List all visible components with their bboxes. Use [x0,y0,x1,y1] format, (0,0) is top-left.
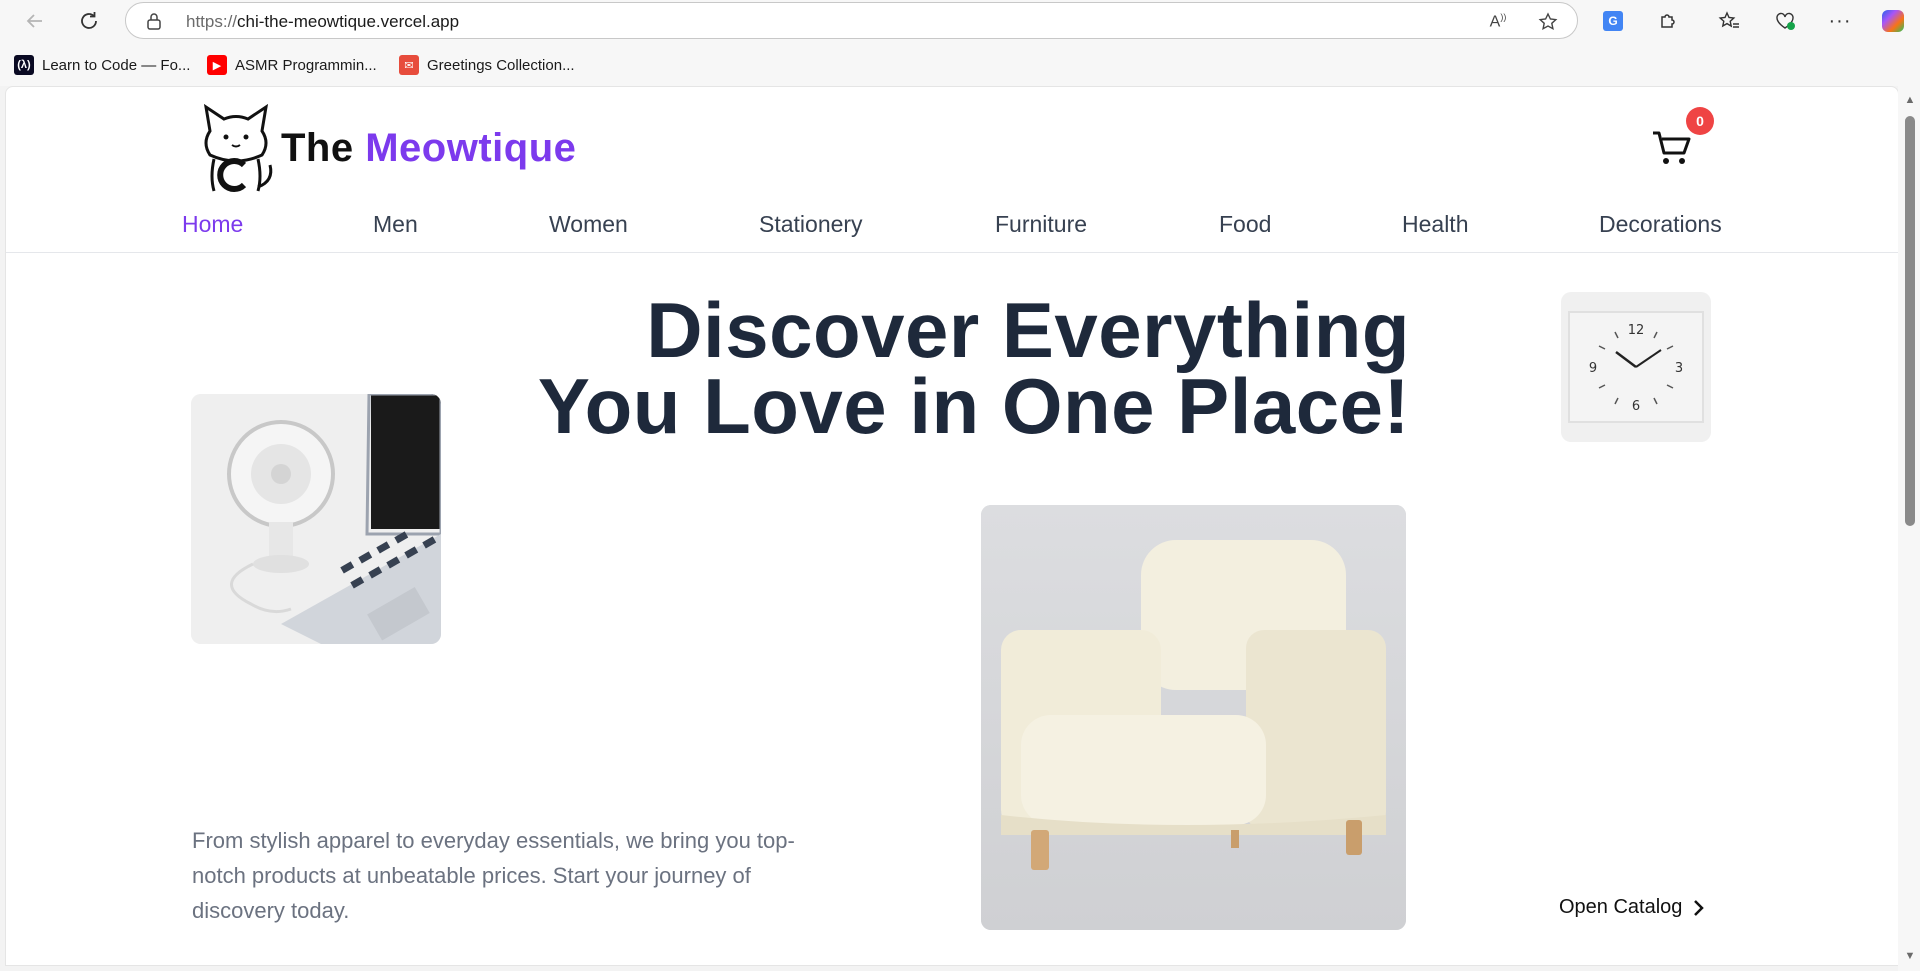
clock-illustration: 12 3 6 9 [1568,311,1704,423]
chevron-right-icon [1694,899,1705,916]
translate-icon: G [1603,11,1623,31]
favorite-button[interactable] [1536,10,1560,34]
read-aloud-icon: A)) [1489,12,1507,31]
more-icon: ··· [1828,9,1852,32]
nav-health[interactable]: Health [1402,211,1468,238]
scrollbar-thumb[interactable] [1905,116,1915,526]
copilot-button[interactable] [1878,6,1908,36]
scroll-up-arrow-icon[interactable]: ▲ [1904,94,1916,106]
address-bar[interactable]: https://chi-the-meowtique.vercel.app A)) [125,2,1578,39]
svg-text:6: 6 [1632,399,1640,414]
favorites-star-icon [1718,11,1739,28]
scroll-down-arrow-icon[interactable]: ▼ [1904,950,1916,962]
nav-decorations[interactable]: Decorations [1599,211,1722,238]
nav-food[interactable]: Food [1219,211,1271,238]
svg-text:12: 12 [1628,323,1645,338]
back-button[interactable] [20,6,50,36]
bookmark-label: ASMR Programmin... [235,56,377,74]
cart-count-badge: 0 [1686,107,1714,135]
svg-text:3: 3 [1675,361,1683,376]
browser-toolbar: https://chi-the-meowtique.vercel.app A))… [0,0,1920,42]
brand-part-the: The [281,126,366,170]
open-catalog-link[interactable]: Open Catalog [1559,896,1706,919]
heart-pulse-icon [1776,12,1795,30]
wall-clock-product-image[interactable]: 12 3 6 9 [1561,292,1711,442]
browser-essentials-button[interactable] [1770,6,1800,36]
page-viewport: The Meowtique 0 Home Men Women Stationer… [5,86,1899,966]
nav-stationery[interactable]: Stationery [759,211,863,238]
bookmarks-bar: (λ) Learn to Code — Fo... ▶ ASMR Program… [0,42,1920,86]
hero-title: Discover Everything You Love in One Plac… [538,291,1410,445]
freecodecamp-icon: (λ) [14,55,34,75]
url-text: https://chi-the-meowtique.vercel.app [186,12,460,31]
favorites-button[interactable] [1714,6,1744,36]
back-arrow-icon [26,14,42,28]
youtube-icon: ▶ [207,55,227,75]
bookmark-asmr[interactable]: ▶ ASMR Programmin... [207,54,377,76]
brand-part-meowtique: Meowtique [365,126,577,170]
nav-home[interactable]: Home [182,211,243,238]
hero-description: From stylish apparel to everyday essenti… [192,828,795,923]
extensions-button[interactable] [1653,6,1683,36]
hero-title-line-2: You Love in One Place! [537,362,1410,450]
fan-laptop-product-image[interactable] [191,394,441,644]
read-aloud-button[interactable]: A)) [1486,10,1510,34]
bookmark-label: Greetings Collection... [427,56,575,74]
fan-laptop-illustration [191,394,441,644]
cat-logo-icon[interactable] [196,101,276,193]
nav-furniture[interactable]: Furniture [995,211,1087,238]
more-menu-button[interactable]: ··· [1825,6,1855,36]
nav-men[interactable]: Men [373,211,418,238]
reload-icon [81,12,97,29]
hero-title-line-1: Discover Everything [646,286,1410,374]
copilot-icon [1882,10,1904,32]
star-icon [1538,12,1558,31]
nav-women[interactable]: Women [549,211,628,238]
reload-button[interactable] [74,6,104,36]
svg-text:9: 9 [1589,361,1597,376]
brand-name[interactable]: The Meowtique [281,126,576,171]
bookmark-label: Learn to Code — Fo... [42,56,191,74]
lock-icon [147,13,161,30]
site-header: The Meowtique 0 Home Men Women Stationer… [6,87,1898,253]
bookmark-freecodecamp[interactable]: (λ) Learn to Code — Fo... [14,54,190,76]
open-catalog-label: Open Catalog [1559,896,1683,918]
translate-extension-button[interactable]: G [1598,6,1628,36]
page-scrollbar[interactable]: ▲ ▼ [1898,86,1920,971]
cart-icon[interactable] [1649,125,1693,169]
armchair-illustration [981,505,1406,930]
greetings-icon: ✉ [399,55,419,75]
puzzle-icon [1661,14,1675,28]
bookmark-greetings[interactable]: ✉ Greetings Collection... [399,54,575,76]
armchair-product-image[interactable] [981,505,1406,930]
